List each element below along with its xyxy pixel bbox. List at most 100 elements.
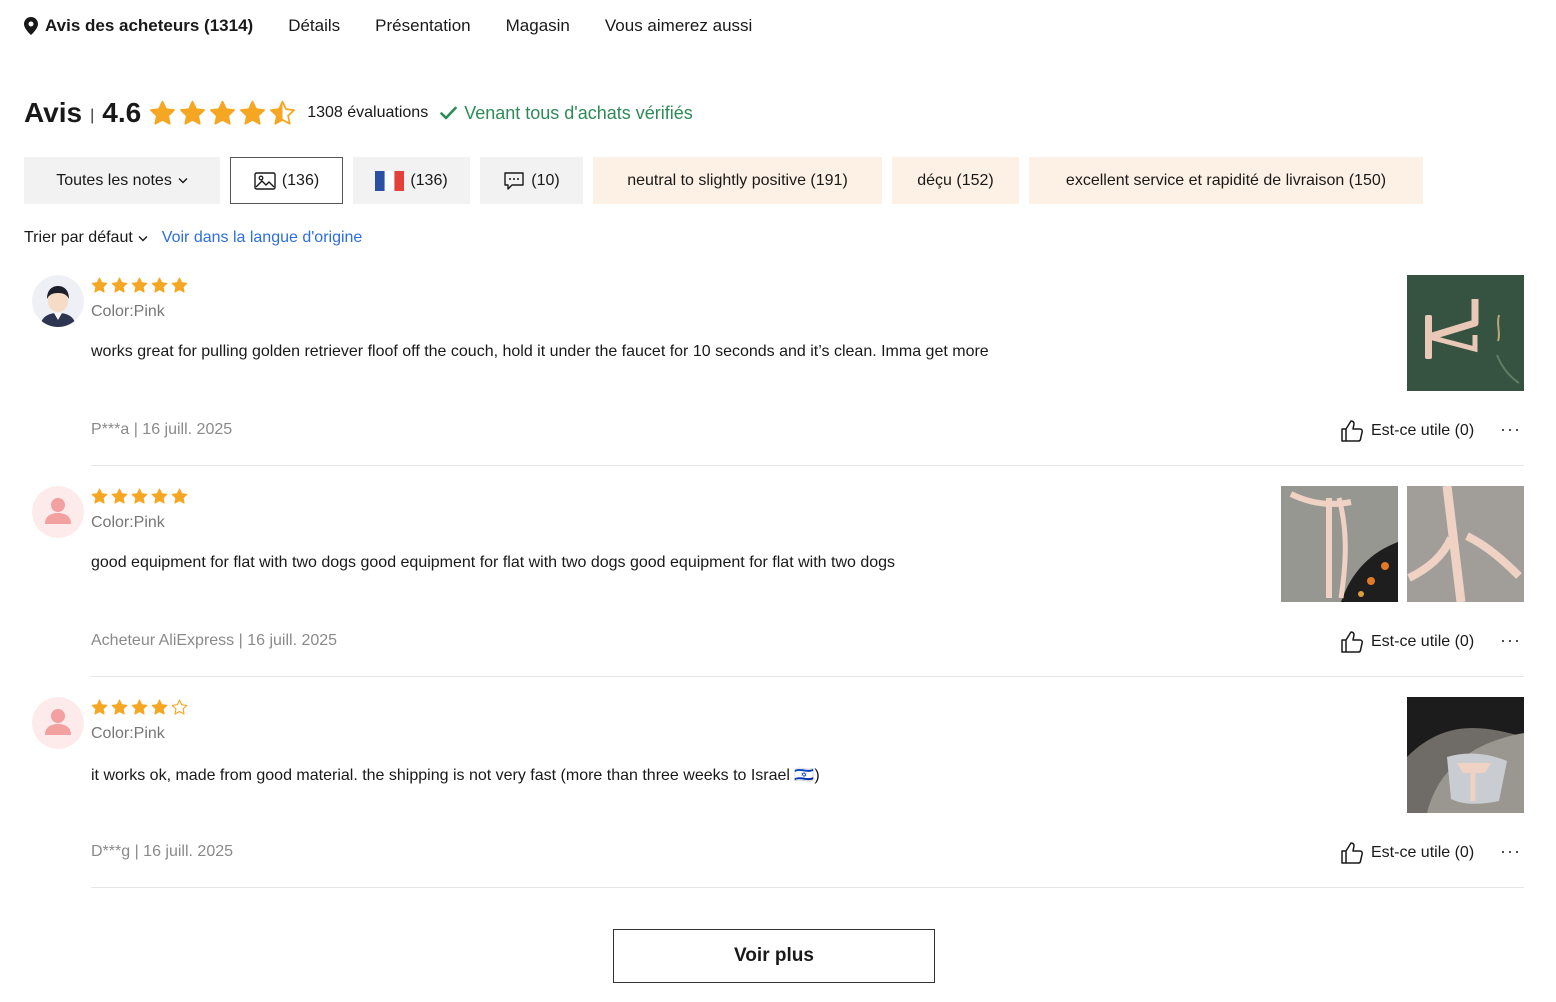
review-nav: Avis des acheteurs (1314) Détails Présen… — [24, 0, 787, 52]
star-icon — [131, 277, 148, 293]
comments-count: (10) — [531, 171, 560, 189]
thumbs-up-icon — [1341, 631, 1363, 653]
review-stars — [91, 488, 191, 505]
star-icon — [111, 277, 128, 293]
review-text: works great for pulling golden retriever… — [91, 343, 989, 360]
comment-icon — [504, 171, 524, 190]
review-stars — [91, 277, 191, 294]
review-divider — [91, 465, 1524, 466]
average-score: 4.6 — [102, 97, 142, 128]
rating-count: 1308 évaluations — [307, 104, 429, 121]
nav-tab-reviews-label: Avis des acheteurs (1314) — [45, 16, 254, 35]
tag-excellent-service[interactable]: excellent service et rapidité de livrais… — [1029, 157, 1423, 204]
filter-with-photos[interactable]: (136) — [230, 157, 343, 204]
all-ratings-dropdown[interactable]: Toutes les notes — [24, 157, 220, 204]
review-photo-image — [1407, 275, 1524, 391]
chevron-down-icon — [178, 178, 188, 184]
star-icon — [111, 699, 128, 715]
review-variant: Color:Pink — [91, 303, 165, 320]
filter-country-france[interactable]: (136) — [353, 157, 470, 204]
avatar — [32, 486, 84, 538]
sort-row: Trier par défaut Voir dans la langue d'o… — [24, 229, 362, 247]
review-stars — [91, 699, 191, 716]
star-icon — [111, 488, 128, 504]
helpful-button[interactable]: Est-ce utile (0) — [1340, 630, 1474, 654]
tag-neutral[interactable]: neutral to slightly positive (191) — [593, 157, 882, 204]
review-text: good equipment for flat with two dogs go… — [91, 554, 896, 571]
photos-count: (136) — [281, 171, 320, 189]
reviews-title: Avis — [24, 97, 83, 128]
review-variant: Color:Pink — [91, 725, 165, 742]
more-options-button[interactable]: ··· — [1500, 841, 1521, 862]
review-photo[interactable] — [1407, 275, 1524, 391]
rating-summary: Avis | 4.6 1308 évaluations Venant tous … — [24, 92, 693, 134]
verified-label: Venant tous d'achats vérifiés — [464, 102, 693, 123]
star-icon — [151, 488, 168, 504]
helpful-label: Est-ce utile (0) — [1371, 422, 1475, 439]
review-photo-image — [1407, 486, 1524, 602]
star-icon — [91, 699, 108, 715]
location-pin-icon — [24, 17, 38, 35]
star-icon — [131, 699, 148, 715]
review-variant: Color:Pink — [91, 514, 165, 531]
review-photo[interactable] — [1407, 486, 1524, 602]
review-photo-image — [1407, 697, 1524, 813]
nav-tab-reviews[interactable]: Avis des acheteurs (1314) — [24, 16, 253, 36]
star-icon — [210, 100, 236, 125]
star-icon — [150, 100, 176, 125]
nav-tab-presentation[interactable]: Présentation — [375, 16, 470, 36]
image-icon — [254, 171, 276, 190]
star-icon — [131, 488, 148, 504]
star-icon — [151, 277, 168, 293]
helpful-button[interactable]: Est-ce utile (0) — [1340, 841, 1474, 865]
thumbs-up-icon — [1341, 842, 1363, 864]
star-icon — [240, 100, 266, 125]
more-options-button[interactable]: ··· — [1500, 419, 1521, 440]
helpful-label: Est-ce utile (0) — [1371, 633, 1475, 650]
avatar — [32, 697, 84, 749]
see-more-button[interactable]: Voir plus — [613, 929, 935, 983]
helpful-label: Est-ce utile (0) — [1371, 844, 1475, 861]
default-avatar-icon — [32, 486, 84, 538]
review-divider — [91, 676, 1524, 677]
verified-purchases-badge: Venant tous d'achats vérifiés — [440, 103, 693, 124]
review-photo-image — [1281, 486, 1398, 602]
all-ratings-label: Toutes les notes — [56, 171, 172, 189]
avatar — [32, 275, 84, 327]
star-icon — [91, 488, 108, 504]
review-text: it works ok, made from good material. th… — [91, 767, 820, 784]
original-language-link[interactable]: Voir dans la langue d'origine — [162, 229, 363, 247]
check-icon — [440, 106, 457, 120]
default-avatar-icon — [32, 697, 84, 749]
review-divider — [91, 887, 1524, 888]
nav-tab-store[interactable]: Magasin — [506, 16, 570, 36]
nav-tab-details[interactable]: Détails — [288, 16, 340, 36]
helpful-button[interactable]: Est-ce utile (0) — [1340, 419, 1474, 443]
star-icon — [171, 277, 188, 293]
star-icon — [180, 100, 206, 125]
sort-label: Trier par défaut — [24, 229, 133, 246]
star-icon — [171, 488, 188, 504]
thumbs-up-icon — [1341, 420, 1363, 442]
review-meta: P***a | 16 juill. 2025 — [91, 421, 233, 438]
review-photo[interactable] — [1407, 697, 1524, 813]
user-avatar-icon — [32, 275, 84, 327]
nav-tab-you-may-like[interactable]: Vous aimerez aussi — [605, 16, 752, 36]
review-meta: D***g | 16 juill. 2025 — [91, 843, 234, 860]
chevron-down-icon — [138, 235, 148, 241]
filter-with-comments[interactable]: (10) — [480, 157, 583, 204]
title-separator: | — [90, 107, 95, 124]
france-flag-icon — [375, 170, 405, 191]
star-icon — [270, 100, 296, 125]
france-count: (136) — [410, 171, 448, 189]
tag-decu[interactable]: déçu (152) — [892, 157, 1019, 204]
review-filters: Toutes les notes (136) (136) (10) neutra… — [24, 157, 1433, 204]
review-photo[interactable] — [1281, 486, 1398, 602]
more-options-button[interactable]: ··· — [1500, 630, 1521, 651]
star-icon — [151, 699, 168, 715]
star-icon — [171, 699, 188, 715]
review-meta: Acheteur AliExpress | 16 juill. 2025 — [91, 632, 338, 649]
sort-dropdown[interactable]: Trier par défaut — [24, 229, 148, 247]
star-icon — [91, 277, 108, 293]
average-stars — [149, 100, 299, 127]
